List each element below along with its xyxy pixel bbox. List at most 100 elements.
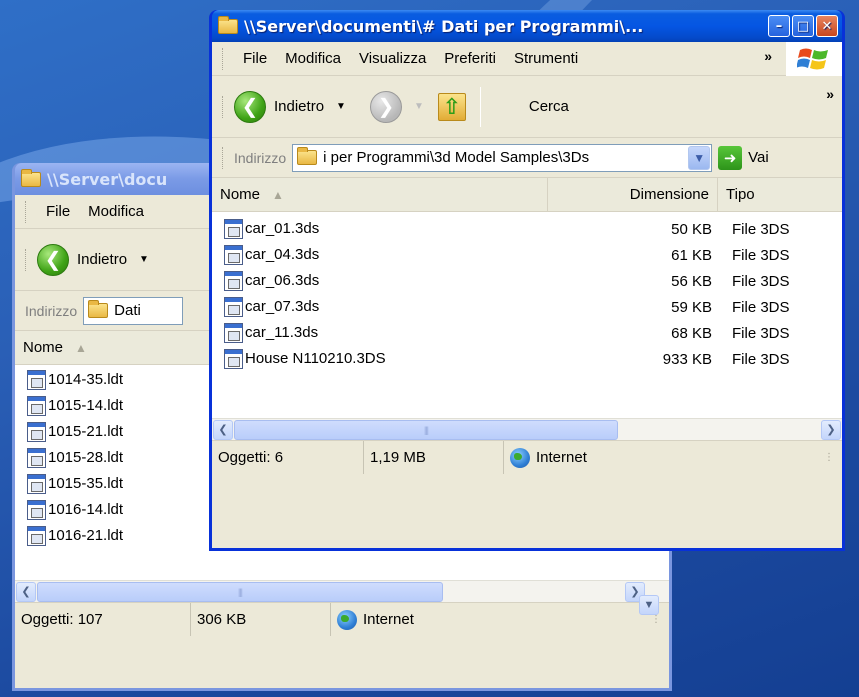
go-button[interactable]: ➜ Vai xyxy=(718,145,769,170)
column-type-label: Tipo xyxy=(726,186,755,203)
file-type: File 3DS xyxy=(732,350,790,368)
menu-file[interactable]: File xyxy=(37,203,79,220)
file-name: 1015-14.ldt xyxy=(48,396,124,414)
scroll-down-button[interactable]: ▼ xyxy=(639,595,659,615)
list-item[interactable]: car_06.3ds 56 KB File 3DS xyxy=(212,268,842,294)
internet-globe-icon xyxy=(510,447,530,468)
list-item[interactable]: House N110210.3DS 933 KB File 3DS xyxy=(212,346,842,372)
search-button-label[interactable]: Cerca xyxy=(529,98,569,115)
front-file-list[interactable]: Nome ▲ Dimensione Tipo car_01.3ds 50 KB Fi… xyxy=(212,178,842,418)
back-horizontal-scrollbar[interactable]: ❮ ||| ❯ xyxy=(15,580,669,602)
back-statusbar: Oggetti: 107 306 KB Internet ⋮ xyxy=(15,602,669,636)
file-name: 1014-35.ldt xyxy=(48,370,124,388)
front-horizontal-scrollbar[interactable]: ❮ ||| ❯ xyxy=(212,418,842,440)
3d-file-icon xyxy=(27,448,46,468)
forward-dropdown-arrow[interactable]: ▼ xyxy=(414,101,424,112)
back-arrow-icon[interactable]: ❮ xyxy=(234,90,266,123)
menu-file[interactable]: File xyxy=(234,50,276,67)
menu-preferiti[interactable]: Preferiti xyxy=(435,50,505,67)
minimize-button[interactable]: – xyxy=(768,15,790,37)
status-zone-cell: Internet xyxy=(504,441,704,474)
folder-icon xyxy=(218,15,238,34)
front-explorer-window[interactable]: \\Server\documenti\# Dati per Programmi\… xyxy=(209,10,845,551)
status-size: 306 KB xyxy=(191,603,331,636)
front-address-input[interactable]: i per Programmi\3d Model Samples\3Ds ▼ xyxy=(292,143,713,172)
back-arrow-icon[interactable]: ❮ xyxy=(37,243,69,276)
status-zone: Internet xyxy=(536,449,587,466)
file-name: 1015-35.ldt xyxy=(48,474,124,492)
list-item[interactable]: car_01.3ds 50 KB File 3DS xyxy=(212,216,842,242)
3d-file-icon xyxy=(224,219,243,239)
file-size: 68 KB xyxy=(671,324,712,342)
forward-arrow-icon[interactable]: ❯ xyxy=(369,90,402,123)
scroll-left-button[interactable]: ❮ xyxy=(16,581,36,602)
menubar-grip[interactable] xyxy=(25,200,27,223)
file-size: 56 KB xyxy=(671,272,712,290)
3d-file-icon xyxy=(27,474,46,494)
file-name: 1015-28.ldt xyxy=(48,448,124,466)
column-header-size[interactable]: Dimensione xyxy=(548,178,718,211)
menu-visualizza[interactable]: Visualizza xyxy=(350,50,435,67)
file-name: 1015-21.ldt xyxy=(48,422,124,440)
toolbar-overflow-chevron[interactable]: » xyxy=(826,86,834,102)
status-zone: Internet xyxy=(363,611,414,628)
back-address-input[interactable]: Dati xyxy=(83,296,184,325)
resize-grip-icon[interactable]: ⋮ xyxy=(824,451,838,465)
3d-file-icon xyxy=(27,500,46,520)
toolbar-grip[interactable] xyxy=(25,248,27,271)
menu-strumenti[interactable]: Strumenti xyxy=(505,50,587,67)
list-item[interactable]: car_07.3ds 59 KB File 3DS xyxy=(212,294,842,320)
3d-file-icon xyxy=(224,349,243,369)
maximize-button[interactable]: □ xyxy=(792,15,814,37)
status-size: 1,19 MB xyxy=(364,441,504,474)
windows-flag-icon xyxy=(786,42,842,76)
back-button-label[interactable]: Indietro xyxy=(77,251,127,268)
close-button[interactable]: ✕ xyxy=(816,15,838,37)
back-dropdown-arrow[interactable]: ▼ xyxy=(336,101,346,112)
folder-icon xyxy=(21,168,41,187)
scroll-thumb[interactable]: ||| xyxy=(234,420,618,440)
list-item[interactable]: car_11.3ds 68 KB File 3DS xyxy=(212,320,842,346)
3d-file-icon xyxy=(224,323,243,343)
address-value: i per Programmi\3d Model Samples\3Ds xyxy=(323,149,590,166)
scroll-right-button[interactable]: ❯ xyxy=(821,419,841,440)
front-window-titlebar[interactable]: \\Server\documenti\# Dati per Programmi\… xyxy=(212,10,842,42)
3d-file-icon xyxy=(27,370,46,390)
back-button-label[interactable]: Indietro xyxy=(274,98,324,115)
file-name: car_07.3ds xyxy=(245,297,320,315)
3d-file-icon xyxy=(27,422,46,442)
column-header-name[interactable]: Nome ▲ xyxy=(212,178,548,211)
addressbar-grip[interactable] xyxy=(222,146,224,169)
folder-icon xyxy=(297,147,318,165)
list-item[interactable]: car_04.3ds 61 KB File 3DS xyxy=(212,242,842,268)
address-value: Dati xyxy=(114,302,141,319)
file-type: File 3DS xyxy=(732,246,790,264)
menu-modifica[interactable]: Modifica xyxy=(79,203,153,220)
folder-up-icon[interactable]: ⇧ xyxy=(437,92,466,121)
toolbar-separator xyxy=(479,86,481,127)
file-size: 933 KB xyxy=(662,350,712,368)
file-type: File 3DS xyxy=(732,220,790,238)
scroll-left-button[interactable]: ❮ xyxy=(213,419,233,440)
front-address-bar: Indirizzo i per Programmi\3d Model Sampl… xyxy=(212,138,842,178)
column-header-type[interactable]: Tipo xyxy=(718,178,838,211)
menubar-grip[interactable] xyxy=(222,47,224,70)
file-name-cell: car_04.3ds xyxy=(212,245,548,265)
3d-file-icon xyxy=(27,526,46,546)
file-name-cell: car_01.3ds xyxy=(212,219,548,239)
scroll-thumb[interactable]: ||| xyxy=(37,582,443,602)
toolbar-grip[interactable] xyxy=(222,95,224,118)
file-type: File 3DS xyxy=(732,272,790,290)
menu-modifica[interactable]: Modifica xyxy=(276,50,350,67)
chevron-down-icon[interactable]: ▼ xyxy=(688,145,711,170)
magnifier-icon[interactable] xyxy=(487,90,521,124)
back-dropdown-arrow[interactable]: ▼ xyxy=(139,254,149,265)
sort-ascending-icon: ▲ xyxy=(272,187,284,202)
file-name-cell: car_11.3ds xyxy=(212,323,548,343)
front-menubar: File Modifica Visualizza Preferiti Strum… xyxy=(212,42,842,76)
front-toolbar: ❮ Indietro ▼ ❯ ▼ ⇧ Cerca » xyxy=(212,76,842,138)
go-button-label: Vai xyxy=(748,149,769,166)
file-name-cell: car_07.3ds xyxy=(212,297,548,317)
file-name: car_06.3ds xyxy=(245,271,320,289)
menu-overflow-chevron[interactable]: » xyxy=(764,48,772,64)
